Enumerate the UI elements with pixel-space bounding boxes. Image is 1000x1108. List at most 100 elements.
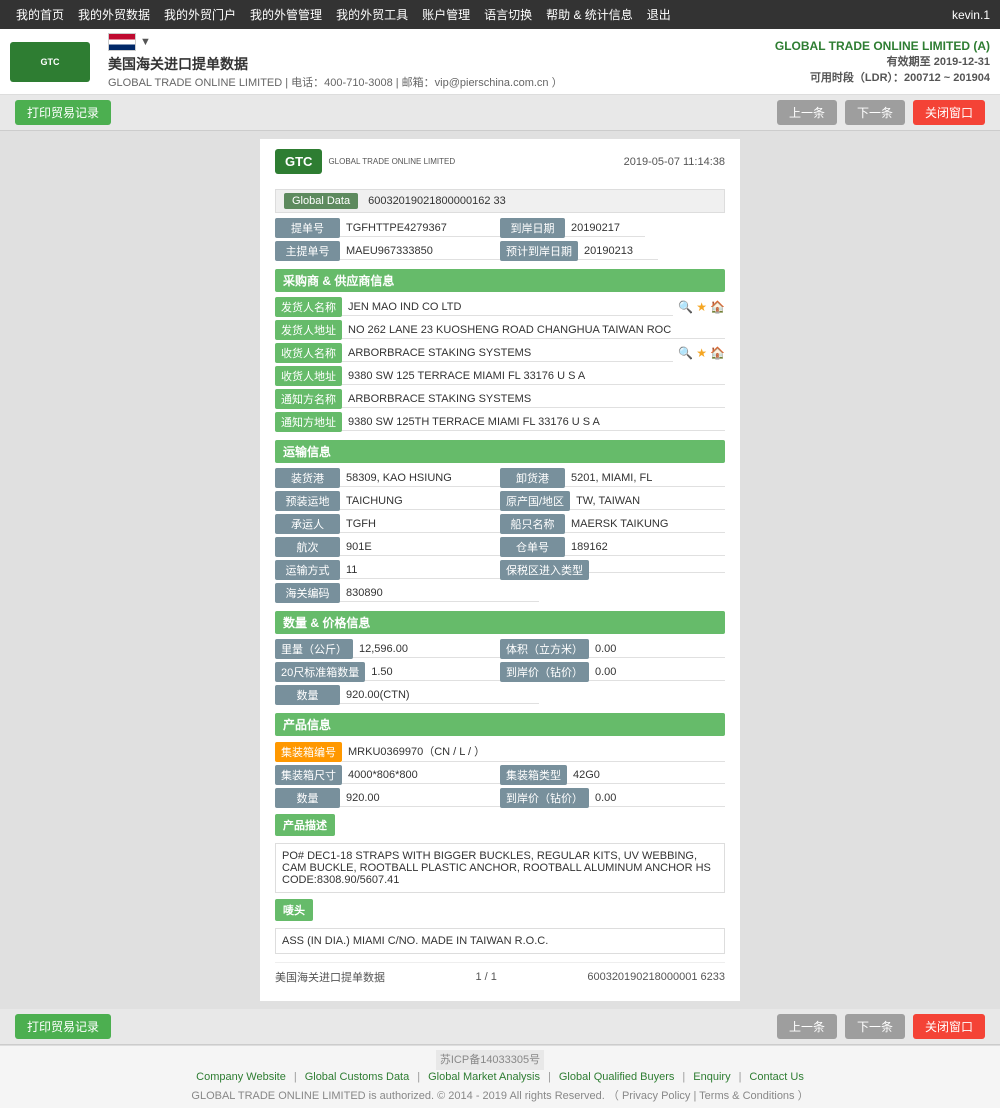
nav-trade-tools[interactable]: 我的外贸工具 <box>330 4 414 25</box>
hs-code-label: 海关编码 <box>275 583 340 603</box>
consignee-name-value: ARBORBRACE STAKING SYSTEMS <box>342 345 673 362</box>
hs-code-value: 830890 <box>340 585 539 602</box>
prod-quantity-label: 数量 <box>275 788 340 808</box>
arrival-date-label: 到岸日期 <box>500 218 565 238</box>
notify-name-label: 通知方名称 <box>275 389 342 409</box>
valid-until: 有效期至 2019-12-31 <box>775 53 990 69</box>
shipper-addr-label: 发货人地址 <box>275 320 342 340</box>
shipping-section: 运输信息 <box>275 440 725 463</box>
voyage-value: 901E <box>340 539 500 556</box>
quantity-value: 920.00(CTN) <box>340 687 539 704</box>
volume-value: 0.00 <box>589 641 725 658</box>
bonded-zone-value <box>589 568 725 573</box>
search-icon[interactable]: 🔍 <box>678 300 693 314</box>
vessel-name-label: 船只名称 <box>500 514 565 534</box>
consignee-home-icon[interactable]: 🏠 <box>710 346 725 360</box>
notify-addr-label: 通知方地址 <box>275 412 342 432</box>
print-button-bottom[interactable]: 打印贸易记录 <box>15 1014 111 1039</box>
doc-id: 600320190218000001 6233 <box>587 971 725 983</box>
nav-trade-data[interactable]: 我的外贸数据 <box>72 4 156 25</box>
global-data-row: Global Data 60032019021800000162 33 <box>275 189 725 213</box>
footer-link-market[interactable]: Global Market Analysis <box>428 1071 540 1083</box>
print-button[interactable]: 打印贸易记录 <box>15 100 111 125</box>
manifest-value: 189162 <box>565 539 725 556</box>
nav-account[interactable]: 账户管理 <box>416 4 476 25</box>
star-icon[interactable]: ★ <box>696 300 707 314</box>
prod-arrival-price-value: 0.00 <box>589 790 725 807</box>
shipper-name-label: 发货人名称 <box>275 297 342 317</box>
bonded-zone-label: 保税区进入类型 <box>500 560 589 580</box>
teu-label: 20尺标准箱数量 <box>275 662 365 682</box>
transport-type-value: 11 <box>340 562 500 579</box>
ldr-info: 可用时段（LDR）：200712 ~ 201904 <box>775 69 990 85</box>
shipper-icons: 🔍 ★ 🏠 <box>678 300 725 314</box>
footer-link-company[interactable]: Company Website <box>196 1071 286 1083</box>
arrival-date-value: 20190217 <box>565 220 645 237</box>
home-icon[interactable]: 🏠 <box>710 300 725 314</box>
footer-link-enquiry[interactable]: Enquiry <box>693 1071 730 1083</box>
bill-no-value: TGFHTTPE4279367 <box>340 220 500 237</box>
nav-logout[interactable]: 退出 <box>641 4 677 25</box>
global-data-label: Global Data <box>284 193 358 209</box>
container-size-value: 4000*806*800 <box>342 767 500 784</box>
product-desc-header: 产品描述 <box>275 814 335 836</box>
manifest-label: 仓单号 <box>500 537 565 557</box>
container-no-label: 集装箱编号 <box>275 742 342 762</box>
estimated-arrival-label: 预计到岸日期 <box>500 241 578 261</box>
footer-link-buyers[interactable]: Global Qualified Buyers <box>559 1071 675 1083</box>
footer-link-customs[interactable]: Global Customs Data <box>305 1071 410 1083</box>
next-button-bottom[interactable]: 下一条 <box>845 1014 905 1039</box>
flag-icon <box>108 33 136 51</box>
footer-link-contact[interactable]: Contact Us <box>749 1071 803 1083</box>
doc-date: 2019-05-07 11:14:38 <box>624 156 725 168</box>
nav-language[interactable]: 语言切换 <box>478 4 538 25</box>
carrier-value: TGFH <box>340 516 500 533</box>
close-button-bottom[interactable]: 关闭窗口 <box>913 1014 985 1039</box>
master-bill-label: 主提单号 <box>275 241 340 261</box>
cif-price-value: 0.00 <box>589 664 725 681</box>
consignee-addr-value: 9380 SW 125 TERRACE MIAMI FL 33176 U S A <box>342 368 725 385</box>
price-section: 数量 & 价格信息 <box>275 611 725 634</box>
consignee-star-icon[interactable]: ★ <box>696 346 707 360</box>
consignee-search-icon[interactable]: 🔍 <box>678 346 693 360</box>
volume-label: 体积（立方米） <box>500 639 589 659</box>
consignee-addr-label: 收货人地址 <box>275 366 342 386</box>
notify-name-value: ARBORBRACE STAKING SYSTEMS <box>342 391 725 408</box>
global-data-value: 60032019021800000162 33 <box>368 195 506 207</box>
gtc-doc-logo: GTC GLOBAL TRADE ONLINE LIMITED <box>275 149 455 174</box>
container-size-label: 集装箱尺寸 <box>275 765 342 785</box>
nav-help[interactable]: 帮助 & 统计信息 <box>540 4 639 25</box>
flag-dropdown[interactable]: ▼ <box>140 36 151 48</box>
weight-label: 里量（公斤） <box>275 639 353 659</box>
container-type-label: 集装箱类型 <box>500 765 567 785</box>
consignee-icons: 🔍 ★ 🏠 <box>678 346 725 360</box>
logo: GTC <box>10 42 90 82</box>
consignee-name-label: 收货人名称 <box>275 343 342 363</box>
footer-links: Company Website | Global Customs Data | … <box>10 1067 990 1087</box>
unload-port-value: 5201, MIAMI, FL <box>565 470 725 487</box>
next-button[interactable]: 下一条 <box>845 100 905 125</box>
product-desc-box: PO# DEC1-18 STRAPS WITH BIGGER BUCKLES, … <box>275 843 725 893</box>
teu-value: 1.50 <box>365 664 500 681</box>
notify-addr-value: 9380 SW 125TH TERRACE MIAMI FL 33176 U S… <box>342 414 725 431</box>
unload-port-label: 卸货港 <box>500 468 565 488</box>
prev-button-bottom[interactable]: 上一条 <box>777 1014 837 1039</box>
load-port-label: 装货港 <box>275 468 340 488</box>
nav-home[interactable]: 我的首页 <box>10 4 70 25</box>
nav-trade-mgmt[interactable]: 我的外管管理 <box>244 4 328 25</box>
prev-button[interactable]: 上一条 <box>777 100 837 125</box>
close-button[interactable]: 关闭窗口 <box>913 100 985 125</box>
pre-ship-value: TAICHUNG <box>340 493 500 510</box>
username: kevin.1 <box>952 8 990 22</box>
remarks-box: ASS (IN DIA.) MIAMI C/NO. MADE IN TAIWAN… <box>275 928 725 954</box>
quantity-label: 数量 <box>275 685 340 705</box>
origin-country-label: 原产国/地区 <box>500 491 570 511</box>
cif-price-label: 到岸价（钻价） <box>500 662 589 682</box>
master-bill-value: MAEU967333850 <box>340 243 500 260</box>
page-subtitle: GLOBAL TRADE ONLINE LIMITED | 电话：400-710… <box>108 74 563 90</box>
bill-no-label: 提单号 <box>275 218 340 238</box>
shipper-addr-value: NO 262 LANE 23 KUOSHENG ROAD CHANGHUA TA… <box>342 322 725 339</box>
nav-trade-portal[interactable]: 我的外贸门户 <box>158 4 242 25</box>
transport-type-label: 运输方式 <box>275 560 340 580</box>
pre-ship-label: 预装运地 <box>275 491 340 511</box>
